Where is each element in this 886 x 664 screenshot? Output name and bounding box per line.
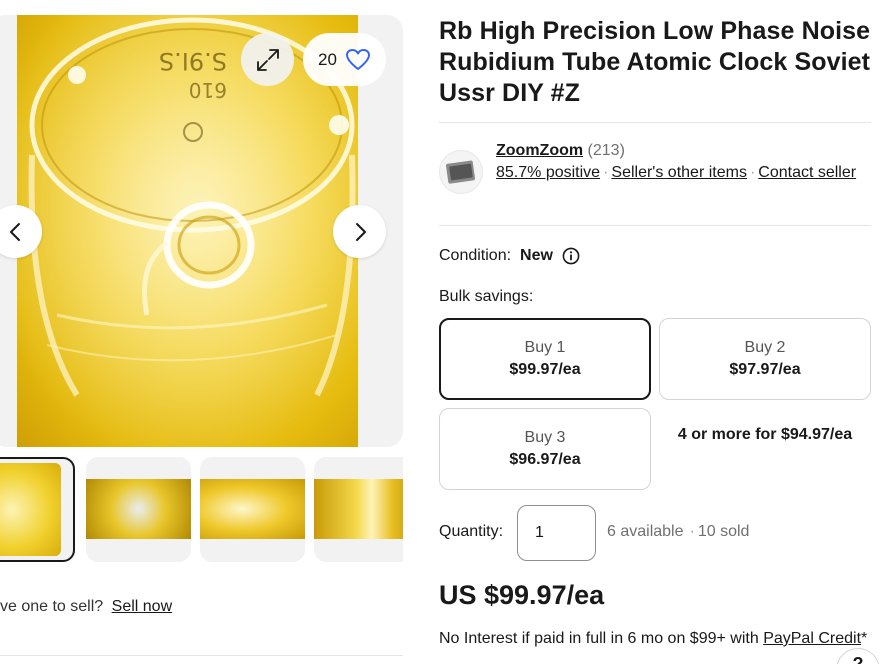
seller-other-items-link[interactable]: Seller's other items: [611, 164, 747, 181]
sell-prompt: ve one to sell? Sell now: [0, 598, 172, 616]
thumbnail-image: [200, 479, 305, 539]
thumbnail-image: [314, 479, 403, 539]
quantity-label: Quantity:: [439, 523, 504, 540]
item-price: US $99.97/ea: [439, 580, 605, 610]
credit-asterisk: *: [861, 630, 868, 647]
credit-offer-text: No Interest if paid in full in 6 mo on $…: [439, 630, 759, 647]
main-product-photo[interactable]: S.9I.S 610: [17, 15, 358, 447]
availability: 6 available · 10 sold: [607, 523, 749, 541]
expand-image-button[interactable]: [241, 33, 294, 86]
next-image-button[interactable]: [333, 205, 386, 258]
quantity-input[interactable]: [517, 505, 596, 561]
help-button[interactable]: ?: [836, 648, 880, 664]
divider: [0, 655, 403, 656]
condition-value: New: [520, 247, 553, 264]
sold-count: 10 sold: [697, 523, 750, 540]
bulk-option-buy-1[interactable]: Buy 1 $99.97/ea: [439, 318, 651, 400]
seller-feedback-count: (213): [587, 142, 625, 159]
watch-button[interactable]: 20: [303, 33, 386, 86]
chevron-left-icon: [9, 222, 20, 241]
bulk-option-buy-2[interactable]: Buy 2 $97.97/ea: [659, 318, 871, 400]
bulk-option-price: $96.97/ea: [509, 451, 581, 468]
divider: [439, 122, 871, 123]
sell-prompt-text: ve one to sell?: [0, 598, 104, 615]
seller-name-link[interactable]: ZoomZoom: [496, 142, 583, 159]
thumbnail-strip: [0, 457, 403, 562]
heart-icon: [345, 48, 370, 70]
thumbnail-1[interactable]: [0, 457, 75, 562]
listing-title: Rb High Precision Low Phase Noise Rubidi…: [439, 17, 871, 107]
separator-dot: ·: [689, 523, 695, 540]
seller-logo-icon: [446, 160, 476, 184]
bulk-option-qty: Buy 1: [524, 339, 566, 356]
divider: [439, 225, 871, 226]
seller-info: ZoomZoom (213) 85.7% positive · Seller's o…: [496, 140, 866, 184]
seller-positive-link[interactable]: 85.7% positive: [496, 164, 600, 181]
bulk-option-price: $97.97/ea: [729, 361, 801, 378]
seller-links: 85.7% positive · Seller's other items · Cont…: [496, 162, 866, 184]
contact-seller-link[interactable]: Contact seller: [758, 164, 856, 181]
separator-dot: ·: [603, 164, 609, 181]
condition-row: Condition: New: [439, 247, 580, 265]
info-icon[interactable]: [562, 247, 580, 265]
available-count: 6 available: [607, 523, 684, 540]
svg-text:610: 610: [189, 78, 227, 102]
chevron-right-icon: [355, 222, 366, 241]
bulk-savings-label: Bulk savings:: [439, 288, 534, 305]
bulk-option-buy-3[interactable]: Buy 3 $96.97/ea: [439, 408, 651, 490]
thumbnail-image: [86, 479, 191, 539]
separator-dot: ·: [749, 164, 756, 181]
bulk-option-qty: Buy 3: [524, 429, 566, 446]
svg-text:S.9I.S: S.9I.S: [159, 47, 227, 75]
expand-icon: [256, 48, 279, 71]
seller-avatar[interactable]: [439, 150, 483, 194]
thumbnail-2[interactable]: [86, 457, 191, 562]
seller-name-row: ZoomZoom (213): [496, 140, 866, 162]
help-icon: ?: [852, 654, 864, 664]
paypal-credit-link[interactable]: PayPal Credit: [763, 630, 861, 647]
image-gallery: S.9I.S 610 20 ve one to sell? Sell now: [0, 0, 403, 664]
thumbnail-3[interactable]: [200, 457, 305, 562]
bulk-option-price: $99.97/ea: [509, 361, 581, 378]
quantity-row: Quantity: 6 available ·10 sold: [439, 505, 871, 561]
bulk-option-qty: Buy 2: [744, 339, 786, 356]
condition-label: Condition:: [439, 247, 512, 264]
glass-tube-illustration: S.9I.S 610: [17, 15, 358, 447]
paypal-credit-offer: No Interest if paid in full in 6 mo on $…: [439, 629, 871, 649]
watch-count: 20: [318, 49, 337, 69]
thumbnail-4[interactable]: [314, 457, 403, 562]
sell-now-link[interactable]: Sell now: [112, 598, 172, 615]
thumbnail-image: [0, 463, 61, 556]
bulk-option-4-or-more: 4 or more for $94.97/ea: [677, 426, 853, 443]
